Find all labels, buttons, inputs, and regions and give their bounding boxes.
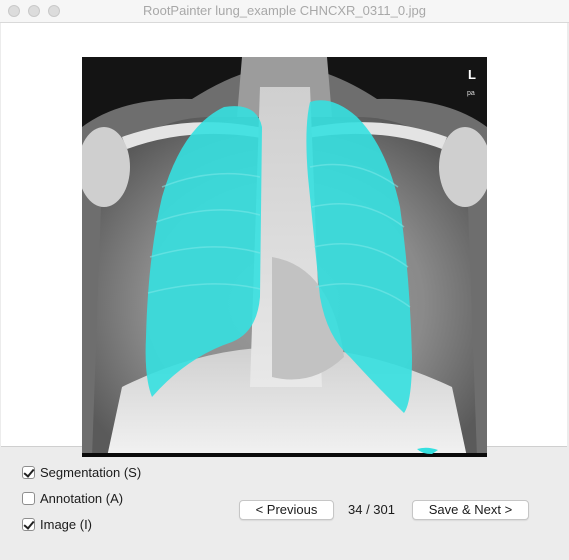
chest-xray-image[interactable]: L pa bbox=[82, 57, 487, 457]
save-next-button[interactable]: Save & Next > bbox=[412, 500, 529, 520]
segmentation-checkbox[interactable] bbox=[22, 466, 35, 479]
image-counter: 34 / 301 bbox=[348, 502, 395, 517]
controls-panel: Segmentation (S) Annotation (A) Image (I… bbox=[0, 447, 569, 560]
image-toggle-label: Image (I) bbox=[40, 517, 93, 532]
app-window: RootPainter lung_example CHNCXR_0311_0.j… bbox=[0, 0, 569, 560]
annotation-toggle[interactable]: Annotation (A) bbox=[22, 491, 123, 506]
annotation-checkbox[interactable] bbox=[22, 492, 35, 505]
image-checkbox[interactable] bbox=[22, 518, 35, 531]
title-bar[interactable]: RootPainter lung_example CHNCXR_0311_0.j… bbox=[0, 0, 569, 23]
segmentation-toggle-label: Segmentation (S) bbox=[40, 465, 142, 480]
image-toggle[interactable]: Image (I) bbox=[22, 517, 92, 532]
previous-button[interactable]: < Previous bbox=[239, 500, 334, 520]
window-title: RootPainter lung_example CHNCXR_0311_0.j… bbox=[142, 3, 427, 18]
projection-marker: pa bbox=[467, 90, 475, 97]
annotation-toggle-label: Annotation (A) bbox=[40, 491, 124, 506]
orientation-marker: L bbox=[468, 67, 476, 82]
segmentation-toggle[interactable]: Segmentation (S) bbox=[22, 465, 141, 480]
image-canvas[interactable]: L pa bbox=[1, 23, 567, 457]
